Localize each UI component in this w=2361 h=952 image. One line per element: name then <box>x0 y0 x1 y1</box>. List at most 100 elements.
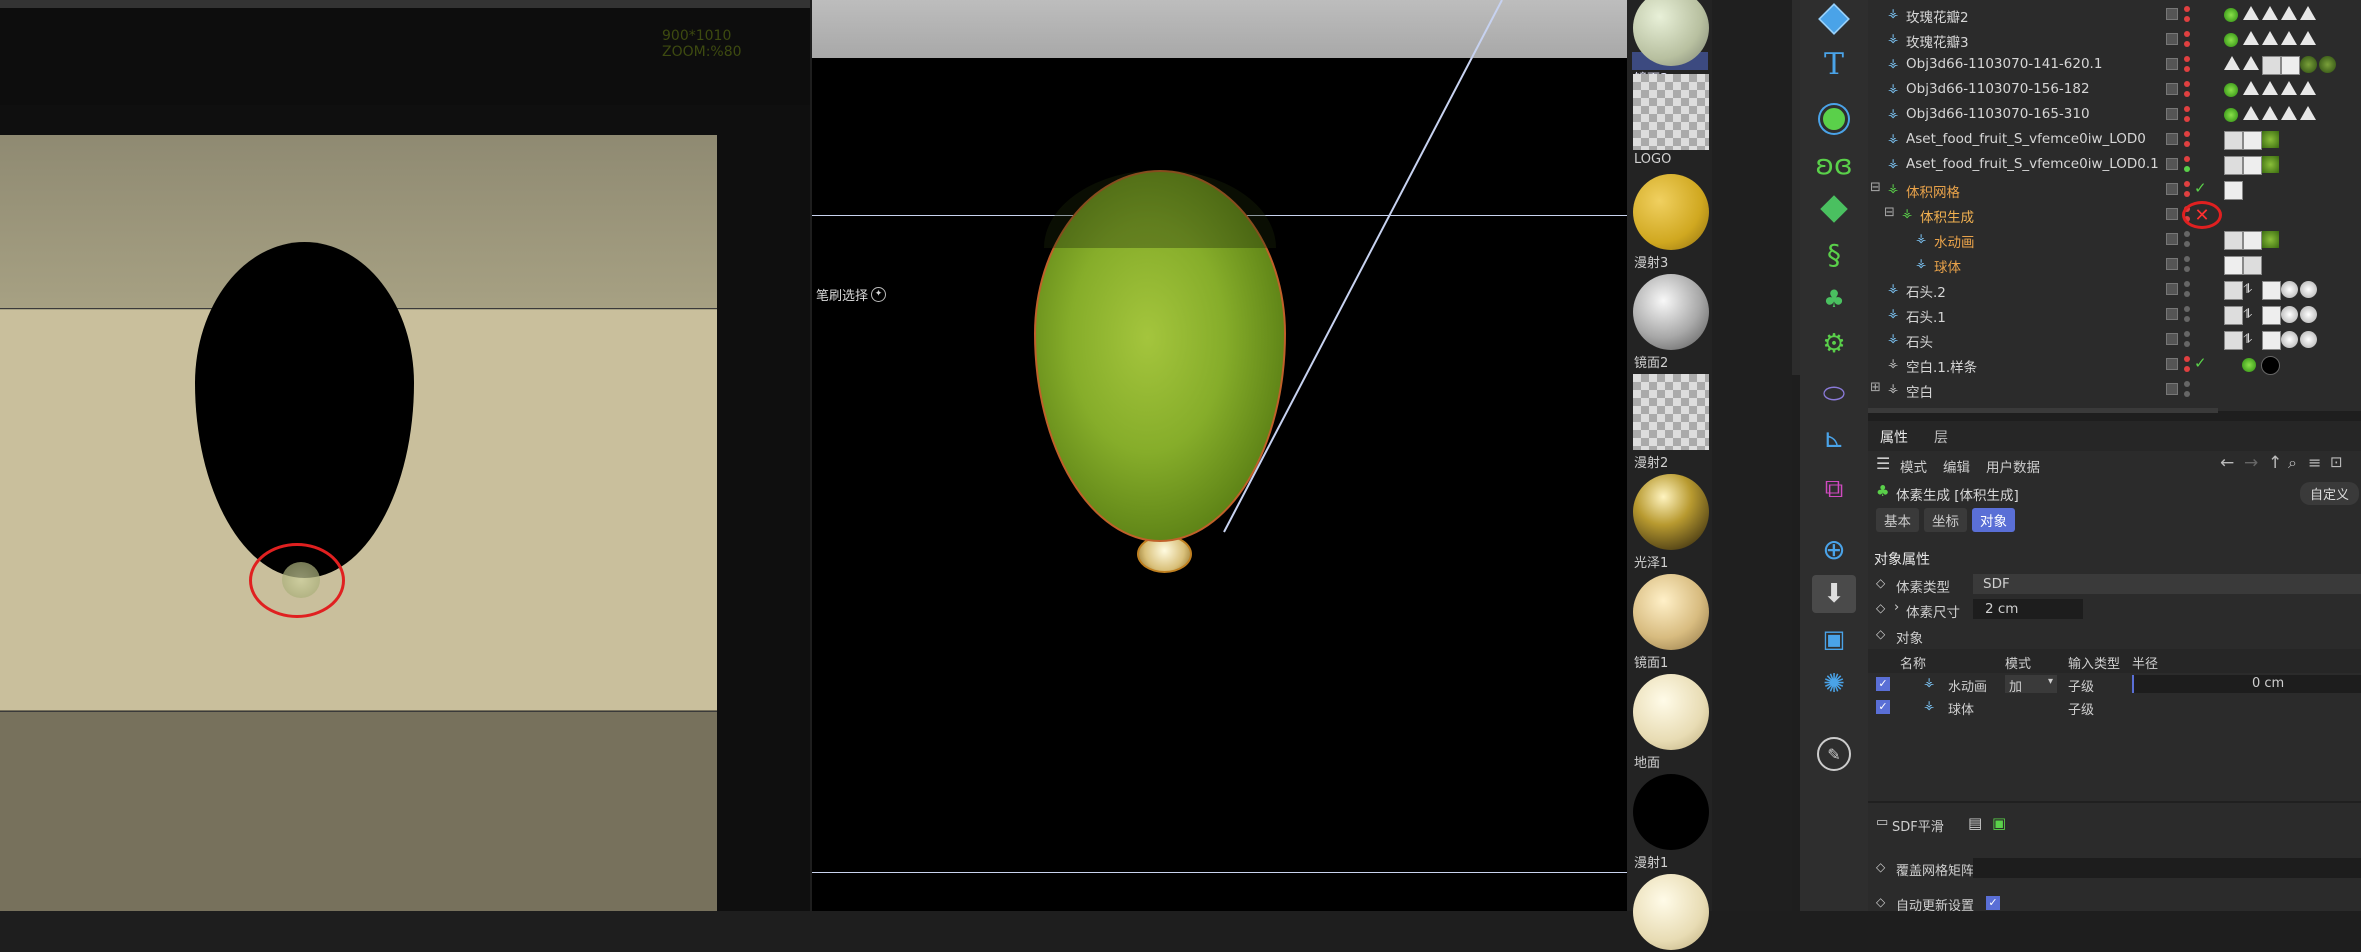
table-row[interactable]: ✓ ⚶ 球体 子级 <box>1868 695 2361 719</box>
object-row[interactable]: ⊟ ⚶ 体积生成 <box>1868 203 2361 227</box>
auto-update-checkbox[interactable]: ✓ <box>1986 896 2000 910</box>
gear-icon[interactable]: ⚙ <box>1812 325 1856 363</box>
material-scrollbar[interactable] <box>1792 0 1800 375</box>
render-dot-icon[interactable] <box>2184 116 2190 122</box>
green-cube-icon[interactable] <box>1812 190 1856 228</box>
axis-icon[interactable]: ⊾ <box>1812 420 1856 458</box>
radius-field[interactable]: 0 cm <box>2132 675 2361 693</box>
triangle-tag-icon[interactable] <box>2300 6 2317 23</box>
visibility-dot-icon[interactable] <box>2184 181 2190 187</box>
uv-tag-icon[interactable] <box>2262 306 2281 325</box>
object-row[interactable]: ⊟ ⚶ 体积网格 ✓ <box>1868 178 2361 202</box>
triangle-tag-icon[interactable] <box>2262 106 2279 123</box>
checker-tag-icon[interactable] <box>2224 131 2243 150</box>
visibility-dot-icon[interactable] <box>2184 331 2190 337</box>
triangle-tag-icon[interactable] <box>2262 31 2279 48</box>
triangle-tag-icon[interactable] <box>2281 106 2298 123</box>
visibility-dot-icon[interactable] <box>2184 156 2190 162</box>
render-dot-icon[interactable] <box>2184 291 2190 297</box>
voxel-size-field[interactable]: 2 cm <box>1973 599 2083 619</box>
field-icon[interactable]: ⧉ <box>1812 470 1856 508</box>
material-tag-icon[interactable] <box>2224 108 2238 122</box>
edit-toggle-icon[interactable] <box>2166 58 2178 70</box>
material-item[interactable]: 光泽1 <box>1632 474 1710 571</box>
visibility-dot-icon[interactable] <box>2184 106 2190 112</box>
visibility-dot-icon[interactable] <box>2184 131 2190 137</box>
cover-matrix-field[interactable] <box>1973 858 2361 878</box>
uv-tag-icon[interactable] <box>2224 256 2243 275</box>
render-dot-icon[interactable] <box>2184 391 2190 397</box>
tab-layers[interactable]: 层 <box>1934 427 1948 447</box>
render-dot-icon[interactable] <box>2184 16 2190 22</box>
lock-icon[interactable]: ⊡ <box>2330 453 2343 471</box>
material-tag-icon[interactable] <box>2300 56 2317 73</box>
subtab-object[interactable]: 对象 <box>1972 508 2015 532</box>
expand-toggle-icon[interactable]: ⊟ <box>1870 180 1881 195</box>
render-dot-icon[interactable] <box>2184 341 2190 347</box>
edit-toggle-icon[interactable] <box>2166 183 2178 195</box>
edit-toggle-icon[interactable] <box>2166 258 2178 270</box>
voxel-type-dropdown[interactable]: SDF <box>1973 574 2361 594</box>
triangle-tag-icon[interactable] <box>2243 31 2260 48</box>
hamburger-icon[interactable]: ☰ <box>1876 454 1890 473</box>
table-row[interactable]: ✓ ⚶ 水动画 加 ▾ 子级 0 cm <box>1868 672 2361 696</box>
material-tag-icon[interactable] <box>2242 358 2256 372</box>
uv-tag-icon[interactable] <box>2243 231 2262 250</box>
triangle-tag-icon[interactable] <box>2243 6 2260 23</box>
material-tag-icon[interactable] <box>2319 56 2336 73</box>
checker-tag-icon[interactable] <box>2224 331 2243 350</box>
checkbox[interactable]: ✓ <box>1876 700 1890 714</box>
object-row[interactable]: ⚶ Obj3d66-1103070-156-182 <box>1868 78 2361 102</box>
mode-dropdown[interactable]: 加 ▾ <box>2005 675 2057 695</box>
align-tag-icon[interactable]: ⥮ <box>2243 306 2260 323</box>
triangle-tag-icon[interactable] <box>2281 81 2298 98</box>
material-item[interactable]: 漫射3 <box>1632 174 1710 271</box>
visibility-dot-icon[interactable] <box>2184 231 2190 237</box>
customize-button[interactable]: 自定义 <box>2300 482 2360 505</box>
material-item[interactable]: 漫射2 <box>1632 374 1710 471</box>
render-dot-icon[interactable] <box>2184 366 2190 372</box>
material-tag-icon[interactable] <box>2262 156 2279 173</box>
triangle-tag-icon[interactable] <box>2300 31 2317 48</box>
material-tag-icon[interactable] <box>2224 33 2238 47</box>
triangle-tag-icon[interactable] <box>2243 106 2260 123</box>
visibility-dot-icon[interactable] <box>2184 356 2190 362</box>
expand-toggle-icon[interactable]: ⊟ <box>1884 205 1895 220</box>
edit-toggle-icon[interactable] <box>2166 158 2178 170</box>
light-st-icon[interactable]: ✺ <box>1812 665 1856 703</box>
render-dot-icon[interactable] <box>2184 266 2190 272</box>
visibility-dot-icon[interactable] <box>2184 256 2190 262</box>
keyframe-diamond-icon[interactable]: ◇ <box>1876 576 1885 590</box>
subtab-basic[interactable]: 基本 <box>1876 508 1919 532</box>
triangle-tag-icon[interactable] <box>2281 6 2298 23</box>
object-row[interactable]: ⚶ 球体 <box>1868 253 2361 277</box>
triangle-tag-icon[interactable] <box>2281 31 2298 48</box>
material-tag-icon[interactable] <box>2281 306 2298 323</box>
visibility-dot-icon[interactable] <box>2184 6 2190 12</box>
render-dot-icon[interactable] <box>2184 191 2190 197</box>
visibility-dot-icon[interactable] <box>2184 56 2190 62</box>
col-radius[interactable]: 半径 <box>2132 653 2158 672</box>
checker-tag-icon[interactable] <box>2224 281 2243 300</box>
material-item[interactable]: 漫射1 <box>1632 774 1710 871</box>
render-dot-icon[interactable] <box>2184 166 2190 172</box>
object-row[interactable]: ⚶ Aset_food_fruit_S_vfemce0iw_LOD0 <box>1868 128 2361 152</box>
triangle-tag-icon[interactable] <box>2224 56 2241 73</box>
keyframe-diamond-icon[interactable]: ◇ <box>1876 601 1885 615</box>
material-tag-icon[interactable] <box>2224 83 2238 97</box>
align-tag-icon[interactable]: ⥮ <box>2243 281 2260 298</box>
edit-toggle-icon[interactable] <box>2166 283 2178 295</box>
col-name[interactable]: 名称 <box>1900 653 1926 672</box>
sdf-smooth-icon[interactable]: ▭ <box>1876 815 1888 830</box>
triangle-tag-icon[interactable] <box>2243 81 2260 98</box>
object-row[interactable]: ⚶ 玫瑰花瓣2 <box>1868 3 2361 27</box>
enabled-check-icon[interactable]: ✓ <box>2194 354 2207 372</box>
checker-tag-icon[interactable] <box>2262 56 2281 75</box>
filter-icon[interactable]: ≡ <box>2308 453 2321 472</box>
material-tag-icon[interactable] <box>2300 306 2317 323</box>
col-input-type[interactable]: 输入类型 <box>2068 653 2120 672</box>
left-render-viewport[interactable]: 900*1010 ZOOM:%80 <box>0 0 810 911</box>
material-item[interactable]: 地面 <box>1632 674 1710 771</box>
triangle-tag-icon[interactable] <box>2262 6 2279 23</box>
uv-tag-icon[interactable] <box>2262 281 2281 300</box>
